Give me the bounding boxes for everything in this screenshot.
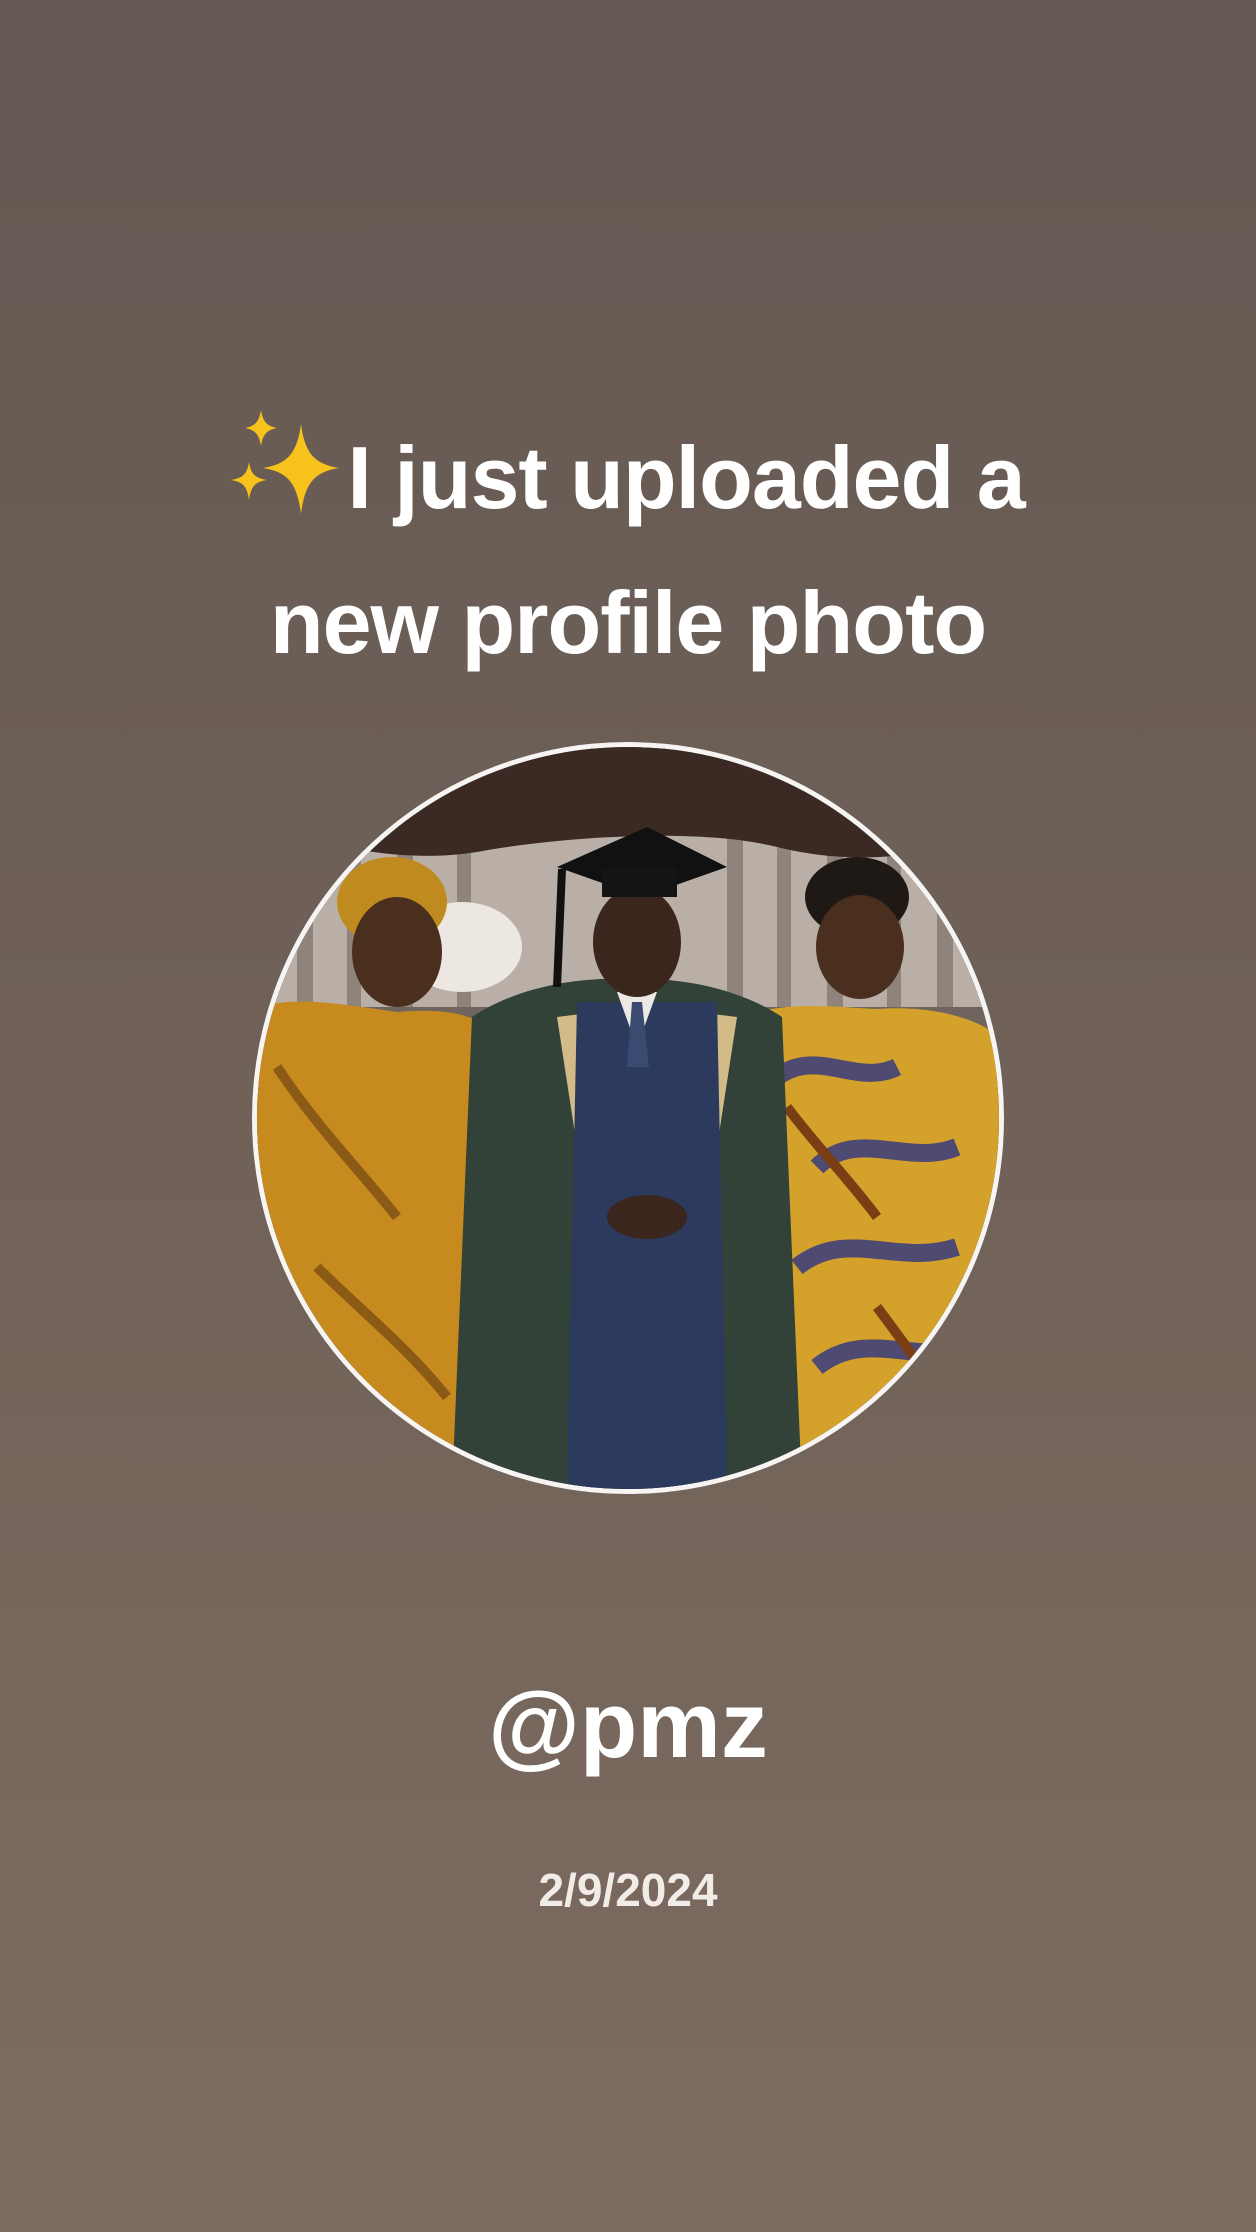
headline-line-1-text: I just uploaded a <box>347 428 1025 527</box>
headline-line-1: I just uploaded a <box>0 405 1256 550</box>
profile-photo <box>257 747 999 1489</box>
headline: I just uploaded a new profile photo <box>0 405 1256 695</box>
profile-photo-frame[interactable] <box>252 742 1004 1494</box>
headline-line-2: new profile photo <box>269 573 987 672</box>
username-handle[interactable]: @pmz <box>0 1670 1256 1780</box>
sparkles-icon <box>231 410 343 522</box>
post-date: 2/9/2024 <box>538 1864 718 1916</box>
